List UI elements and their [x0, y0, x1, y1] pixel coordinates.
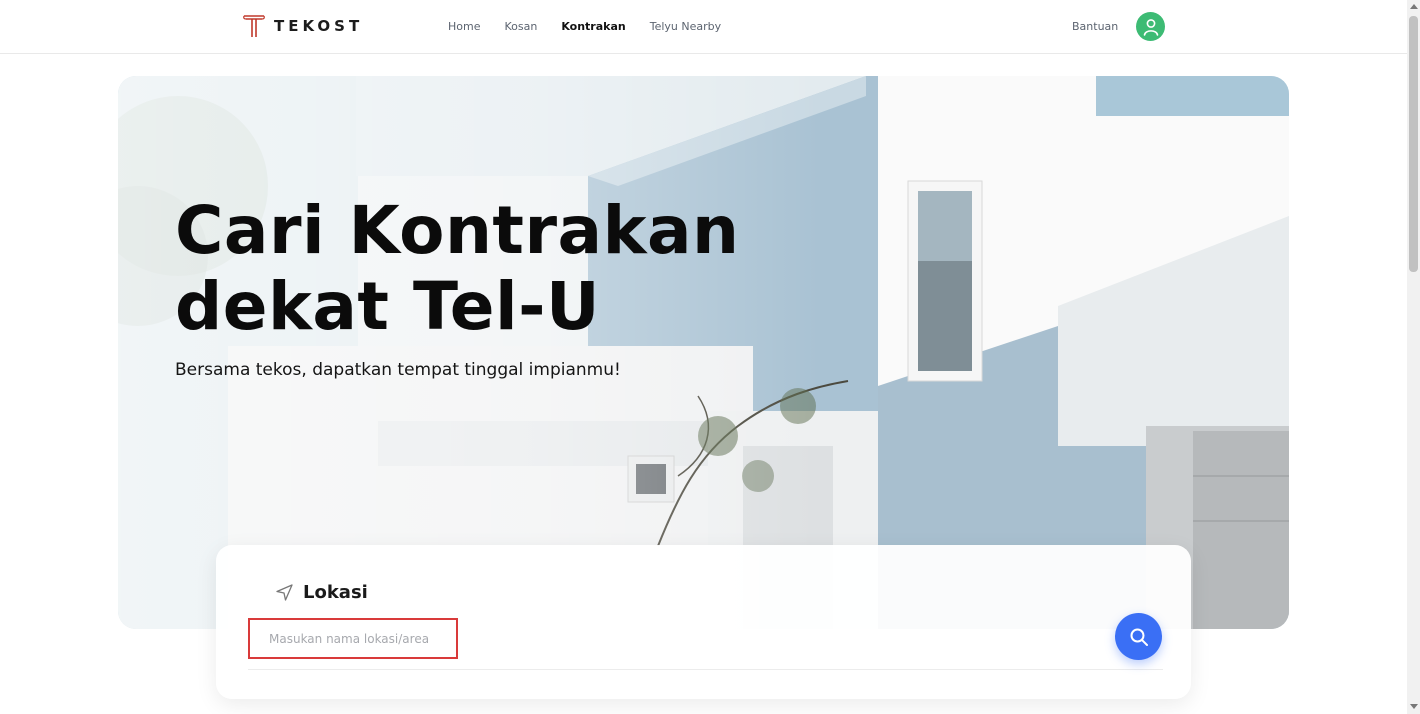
nav-item-kosan[interactable]: Kosan	[504, 20, 537, 33]
brand-name: TEKOST	[274, 17, 364, 35]
search-icon	[1130, 628, 1148, 646]
top-navbar: TEKOST Home Kosan Kontrakan Telyu Nearby…	[0, 0, 1407, 54]
tekost-logo-icon	[243, 15, 265, 37]
location-label-group: Lokasi	[276, 582, 368, 603]
nav-links: Home Kosan Kontrakan Telyu Nearby	[448, 20, 745, 33]
search-card: Lokasi	[216, 545, 1191, 699]
nav-item-kontrakan[interactable]: Kontrakan	[561, 20, 625, 33]
nav-item-telyu-nearby[interactable]: Telyu Nearby	[650, 20, 721, 33]
hero-title: Cari Kontrakan dekat Tel-U	[175, 193, 795, 345]
scroll-up-arrow-icon[interactable]	[1410, 4, 1418, 9]
scroll-down-arrow-icon[interactable]	[1410, 704, 1418, 709]
navigation-arrow-icon	[276, 584, 293, 601]
hero-subtitle: Bersama tekos, dapatkan tempat tinggal i…	[175, 360, 621, 380]
user-avatar-button[interactable]	[1136, 12, 1165, 41]
search-button[interactable]	[1115, 613, 1162, 660]
page-scrollbar[interactable]	[1407, 0, 1420, 714]
brand-logo[interactable]: TEKOST	[242, 13, 363, 39]
help-link[interactable]: Bantuan	[1072, 20, 1118, 33]
nav-item-home[interactable]: Home	[448, 20, 480, 33]
input-underline	[248, 669, 1163, 670]
scrollbar-thumb[interactable]	[1409, 16, 1418, 272]
hero-title-line-1: Cari Kontrakan	[175, 192, 740, 269]
location-label: Lokasi	[303, 582, 368, 603]
hero-title-line-2: dekat Tel-U	[175, 268, 601, 345]
user-icon	[1143, 18, 1158, 36]
location-search-input[interactable]	[248, 618, 458, 659]
